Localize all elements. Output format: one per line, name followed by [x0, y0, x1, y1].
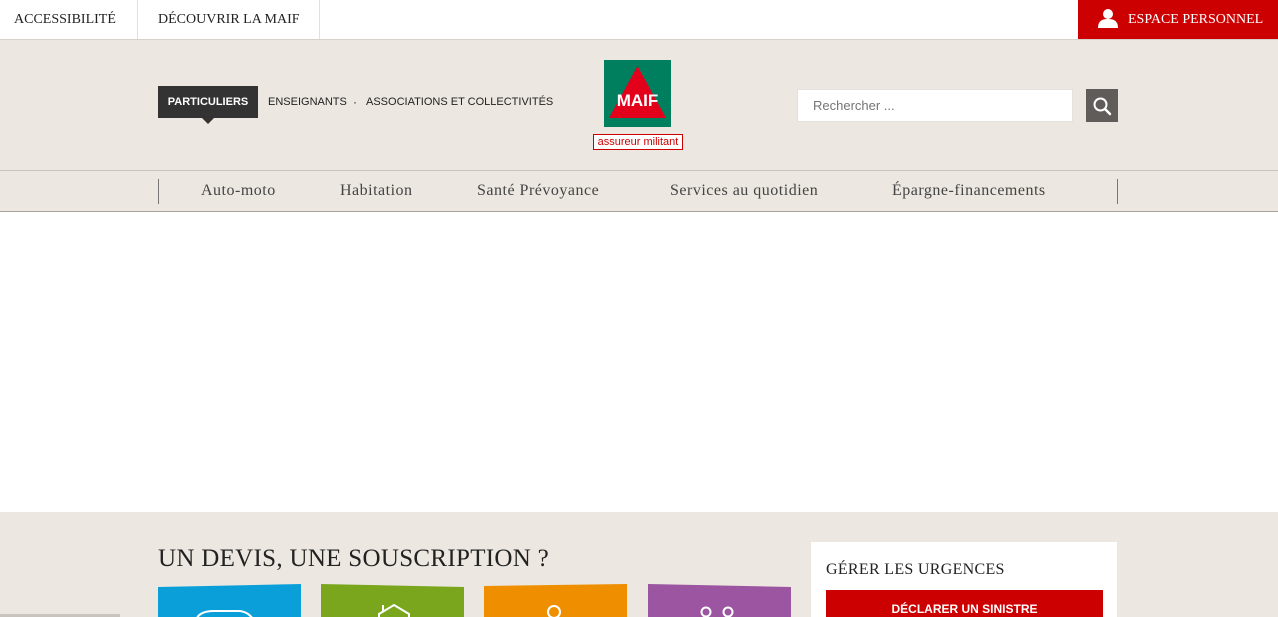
car-icon [195, 610, 255, 617]
segment-enseignants[interactable]: ENSEIGNANTS [268, 86, 347, 118]
espace-personnel-label: ESPACE PERSONNEL [1128, 12, 1264, 27]
main-nav: Auto-moto Habitation Santé Prévoyance Se… [0, 170, 1278, 212]
tile-habitation[interactable] [321, 584, 464, 617]
espace-personnel-button[interactable]: ESPACE PERSONNEL [1078, 0, 1278, 39]
site-header: PARTICULIERS ENSEIGNANTS · ASSOCIATIONS … [0, 40, 1278, 171]
user-icon [1098, 9, 1118, 28]
segment-separator: · [353, 95, 357, 109]
search-icon [1093, 97, 1112, 116]
house-icon [378, 603, 410, 617]
logo-text: MAIF [617, 91, 659, 110]
top-bar: ACCESSIBILITÉ DÉCOUVRIR LA MAIF ESPACE P… [0, 0, 1278, 40]
search-input[interactable] [797, 89, 1073, 122]
family-icon [697, 606, 737, 617]
nav-item-epargne[interactable]: Épargne-financements [892, 179, 1046, 204]
devis-title: UN DEVIS, UNE SOUSCRIPTION ? [158, 545, 550, 572]
nav-item-habitation[interactable]: Habitation [340, 179, 413, 204]
banner-area [0, 212, 1278, 512]
tile-sante[interactable] [484, 584, 627, 617]
urgences-title: GÉRER LES URGENCES [826, 561, 1005, 578]
search-button[interactable] [1086, 89, 1118, 122]
maif-triangle-icon: MAIF [609, 66, 666, 118]
services-section: UN DEVIS, UNE SOUSCRIPTION ? GÉRER LES U… [0, 512, 1278, 617]
logo-tagline: assureur militant [593, 134, 683, 150]
tile-auto[interactable] [158, 584, 301, 617]
segment-particuliers[interactable]: PARTICULIERS [158, 86, 258, 124]
nav-item-services[interactable]: Services au quotidien [670, 179, 818, 204]
person-icon [543, 605, 565, 617]
nav-item-sante-prevoyance[interactable]: Santé Prévoyance [477, 179, 599, 204]
maif-logo[interactable]: MAIF [604, 60, 671, 127]
tile-famille[interactable] [648, 584, 791, 617]
discover-maif-link[interactable]: DÉCOUVRIR LA MAIF [138, 0, 320, 39]
segment-associations[interactable]: ASSOCIATIONS ET COLLECTIVITÉS [366, 86, 553, 118]
accessibility-link[interactable]: ACCESSIBILITÉ [0, 0, 138, 39]
main-nav-inner: Auto-moto Habitation Santé Prévoyance Se… [158, 179, 1118, 204]
urgences-panel: GÉRER LES URGENCES DÉCLARER UN SINISTRE [811, 542, 1117, 617]
nav-item-auto-moto[interactable]: Auto-moto [201, 179, 276, 204]
declare-sinistre-button[interactable]: DÉCLARER UN SINISTRE [826, 590, 1103, 617]
